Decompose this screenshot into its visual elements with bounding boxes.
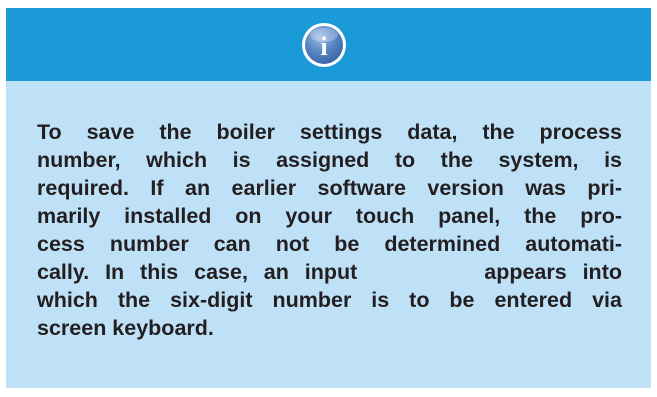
info-box: i To save the boiler settings data, the … — [6, 8, 651, 388]
info-text-line: number, which is assigned to the system,… — [37, 148, 622, 172]
info-text-line: cess number can not be determined automa… — [37, 232, 622, 256]
info-icon-glyph: i — [320, 32, 327, 61]
info-text-line: screen keyboard. — [37, 316, 214, 340]
info-icon: i — [302, 23, 346, 67]
info-text-line: To save the boiler settings data, the pr… — [37, 120, 622, 144]
info-text-line: marily installed on your touch panel, th… — [37, 204, 622, 228]
info-text-line: required. If an earlier software version… — [37, 176, 622, 200]
info-text-line: which the six-digit number is to be ente… — [37, 288, 622, 312]
info-text-line: cally. In this case, an input appears in… — [37, 260, 622, 284]
info-text: To save the boiler settings data, the pr… — [37, 118, 622, 342]
info-header: i — [6, 8, 651, 81]
